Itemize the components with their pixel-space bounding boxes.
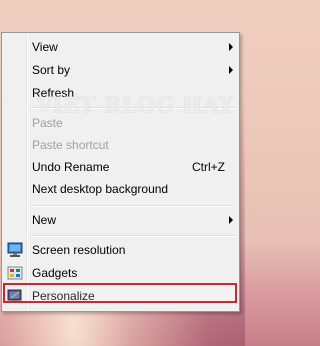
gadgets-icon (7, 265, 23, 281)
menu-item-screen-resolution[interactable]: Screen resolution (4, 239, 237, 261)
menu-separator (30, 107, 235, 109)
monitor-icon (7, 242, 23, 258)
menu-item-label: Paste (32, 116, 63, 130)
menu-item-label: Paste shortcut (32, 138, 109, 152)
menu-item-label: New (32, 213, 57, 227)
menu-item-undo-rename[interactable]: Undo Rename Ctrl+Z (4, 156, 237, 178)
menu-item-label: Screen resolution (32, 243, 126, 257)
menu-item-shortcut: Ctrl+Z (192, 160, 225, 174)
menu-item-new[interactable]: New (4, 209, 237, 231)
menu-separator (30, 205, 235, 207)
menu-item-refresh[interactable]: Refresh (4, 82, 237, 104)
menu-item-label: Undo Rename (32, 160, 110, 174)
menu-item-view[interactable]: View (4, 36, 237, 58)
submenu-arrow-icon (229, 43, 233, 51)
menu-item-paste-shortcut: Paste shortcut (4, 134, 237, 156)
menu-item-label: View (32, 40, 58, 54)
menu-item-paste: Paste (4, 112, 237, 134)
menu-item-gadgets[interactable]: Gadgets (4, 262, 237, 284)
menu-item-sort-by[interactable]: Sort by (4, 59, 237, 81)
menu-item-next-desktop-background[interactable]: Next desktop background (4, 178, 237, 200)
menu-item-label: Sort by (32, 63, 71, 77)
menu-item-label: Refresh (32, 86, 75, 100)
submenu-arrow-icon (229, 216, 233, 224)
menu-item-label: Gadgets (32, 266, 78, 280)
submenu-arrow-icon (229, 66, 233, 74)
personalize-highlight-box (3, 283, 237, 303)
menu-separator (30, 235, 235, 237)
menu-item-label: Next desktop background (32, 182, 169, 196)
desktop-context-menu: View Sort by Refresh Paste Paste shortcu… (1, 32, 240, 312)
